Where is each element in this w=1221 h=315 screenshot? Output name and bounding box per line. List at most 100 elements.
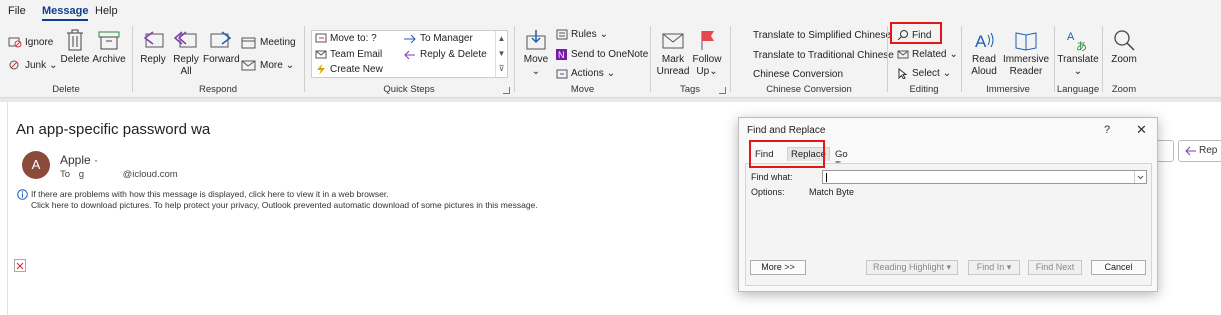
rules-button[interactable]: Rules ⌄	[556, 29, 608, 40]
reply-button[interactable]: Reply	[139, 28, 167, 66]
archive-button[interactable]: Archive	[92, 28, 126, 66]
dialog-launcher-icon[interactable]	[503, 87, 510, 94]
quickstep-reply-delete[interactable]: Reply & Delete	[403, 49, 487, 60]
menu-file[interactable]: File	[8, 5, 26, 17]
respond-group: Reply Reply All Forward Meeting More ⌄ Re…	[133, 22, 303, 98]
junk-label: Junk	[25, 59, 47, 71]
tags-group-label: Tags	[679, 84, 701, 95]
editing-group: Find Related ⌄ Select ⌄ Editing	[888, 22, 960, 98]
read-aloud-button[interactable]: A Read Aloud	[967, 28, 1001, 78]
translate-button[interactable]: Aあ Translate ⌄	[1057, 28, 1099, 78]
message-subject: An app-specific password wa	[16, 121, 211, 138]
quickstep-to-manager[interactable]: To Manager	[403, 33, 473, 44]
traditional-label: Translate to Traditional Chinese	[753, 50, 894, 61]
reply-icon	[143, 31, 164, 48]
read-aloud-icon: A	[975, 32, 994, 51]
sender-name[interactable]: Apple ·	[60, 153, 98, 167]
view-in-browser-info[interactable]: If there are problems with how this mess…	[31, 189, 389, 199]
info-icon	[17, 189, 28, 200]
mark-label-2: Unread	[656, 66, 690, 77]
translate-icon: Aあ	[1067, 31, 1087, 52]
immersive-reader-button[interactable]: Immersive Reader	[1002, 28, 1050, 78]
chinese-conversion-button[interactable]: Chinese Conversion	[753, 69, 843, 80]
forward-icon	[210, 31, 232, 48]
dialog-launcher-icon[interactable]	[719, 87, 726, 94]
reply-delete-label: Reply & Delete	[420, 49, 487, 60]
reply-all-button[interactable]: Reply All	[171, 28, 201, 78]
find-what-dropdown[interactable]	[1134, 171, 1146, 183]
to-manager-label: To Manager	[420, 33, 473, 44]
menu-help[interactable]: Help	[95, 5, 118, 17]
zoom-icon	[1114, 30, 1135, 51]
close-button[interactable]: ✕	[1136, 122, 1147, 138]
recipient-domain: @icloud.com	[122, 169, 178, 180]
respond-group-label: Respond	[198, 84, 238, 95]
find-what-input[interactable]	[822, 170, 1147, 184]
menu-message[interactable]: Message	[42, 5, 89, 21]
download-pictures-info[interactable]: Click here to download pictures. To help…	[31, 200, 538, 210]
text-caret	[826, 173, 827, 182]
chinese-conversion-group: Translate to Simplified Chinese Translat…	[731, 22, 894, 98]
reading-highlight-button[interactable]: Reading Highlight ▾	[866, 260, 958, 275]
reply-all-label-1: Reply	[173, 54, 199, 65]
quickstep-team-email[interactable]: Team Email	[315, 49, 382, 60]
delete-group: Ignore Junk ⌄ Delete Archive Delete	[0, 22, 132, 98]
delete-button[interactable]: Delete	[60, 28, 90, 66]
move-icon	[315, 33, 327, 43]
more-icon	[241, 60, 256, 71]
more-respond-button[interactable]: More ⌄	[241, 59, 294, 72]
more-button[interactable]: More >>	[750, 260, 806, 275]
recipient-initial: g	[78, 169, 84, 180]
ignore-button[interactable]: Ignore	[8, 36, 53, 48]
options-value: Match Byte	[809, 187, 855, 197]
junk-button[interactable]: Junk ⌄	[8, 59, 58, 71]
immersive-reader-icon	[1015, 32, 1037, 51]
rules-label: Rules	[571, 29, 597, 40]
immersive-group-label: Immersive	[986, 84, 1030, 95]
cancel-button[interactable]: Cancel	[1091, 260, 1146, 275]
mark-unread-button[interactable]: Mark Unread	[656, 28, 690, 78]
conversion-label: Chinese Conversion	[753, 69, 844, 80]
quick-steps-group-label: Quick Steps	[383, 84, 435, 95]
to-label: To	[60, 169, 71, 180]
translate-simplified-button[interactable]: Translate to Simplified Chinese	[753, 30, 891, 41]
chevron-down-icon: ⌄	[942, 68, 952, 79]
zoom-button[interactable]: Zoom	[1105, 28, 1143, 66]
translate-traditional-button[interactable]: Translate to Traditional Chinese	[753, 50, 894, 61]
forward-label: Forward	[203, 54, 240, 65]
follow-up-button[interactable]: Follow Up⌄	[691, 28, 723, 78]
gallery-scroll[interactable]: ▲ ▼ ⊽	[495, 31, 507, 77]
tab-find[interactable]: Find	[753, 149, 775, 160]
ignore-label: Ignore	[25, 36, 54, 48]
actions-button[interactable]: Actions ⌄	[556, 68, 615, 79]
chinese-group-label: Chinese Conversion	[766, 84, 852, 95]
chevron-down-icon: ⌄	[599, 29, 608, 40]
help-button[interactable]: ?	[1104, 124, 1110, 136]
related-label: Related	[912, 49, 947, 60]
select-button[interactable]: Select ⌄	[897, 68, 951, 79]
find-replace-dialog: Find and Replace ? ✕ Find Replace Go To …	[738, 117, 1158, 292]
reply-toolbar-button[interactable]: Rep	[1178, 140, 1221, 162]
arrow-right-icon	[404, 34, 416, 44]
find-in-button[interactable]: Find In ▾	[968, 260, 1020, 275]
find-next-button[interactable]: Find Next	[1028, 260, 1082, 275]
avatar[interactable]: A	[22, 151, 50, 179]
select-label: Select	[912, 68, 940, 79]
read-label-2: Aloud	[971, 66, 997, 77]
forward-button[interactable]: Forward	[203, 28, 240, 66]
related-button[interactable]: Related ⌄	[897, 49, 958, 60]
chevron-down-icon: ⌄	[949, 49, 958, 60]
move-button[interactable]: Move ⌄	[520, 28, 552, 78]
reply-right-label: Rep	[1199, 145, 1218, 156]
quickstep-create-new[interactable]: Create New	[315, 64, 383, 75]
meeting-button[interactable]: Meeting	[241, 36, 296, 49]
zoom-group-label: Zoom	[1111, 84, 1137, 95]
send-to-onenote-button[interactable]: N Send to OneNote	[556, 49, 648, 60]
tab-replace[interactable]: Replace	[787, 147, 830, 161]
language-group: Aあ Translate ⌄ Language	[1055, 22, 1101, 98]
immersive-group: A Read Aloud Immersive Reader Immersive	[962, 22, 1054, 98]
delete-group-label: Delete	[52, 84, 80, 95]
find-button[interactable]: Find	[897, 29, 931, 41]
quickstep-move-to[interactable]: Move to: ?	[315, 33, 377, 44]
reply-all-icon	[174, 31, 197, 48]
